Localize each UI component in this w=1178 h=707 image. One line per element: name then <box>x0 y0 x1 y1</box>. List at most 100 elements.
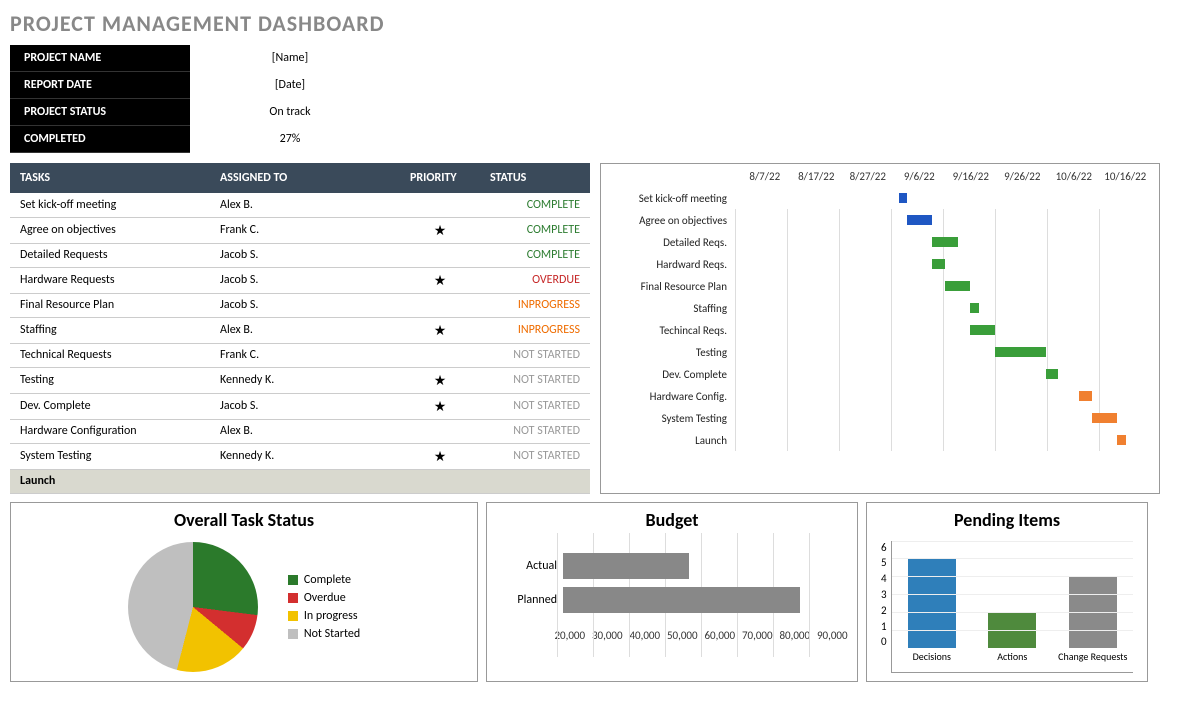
budget-tick: 70,000 <box>739 629 777 642</box>
gantt-row: Agree on objectives <box>605 209 1155 231</box>
gantt-date: 10/6/22 <box>1048 170 1100 183</box>
task-assigned: Frank C. <box>210 217 400 243</box>
task-row: StaffingAlex B.★INPROGRESS <box>10 317 590 343</box>
task-row: TestingKennedy K.★NOT STARTED <box>10 367 590 393</box>
gantt-bar-icon <box>995 347 1045 357</box>
budget-tick: 40,000 <box>626 629 664 642</box>
gantt-bar-icon <box>899 193 907 203</box>
task-status: OVERDUE <box>480 267 590 293</box>
launch-label: Launch <box>10 469 590 493</box>
budget-chart-box: Budget ActualPlanned 20,00030,00040,0005… <box>486 502 858 682</box>
pending-chart-box: Pending Items 0123456 DecisionsActionsCh… <box>866 502 1148 682</box>
task-status: NOT STARTED <box>480 343 590 367</box>
legend-swatch-icon <box>288 629 298 639</box>
gantt-row: Dev. Complete <box>605 363 1155 385</box>
task-name: System Testing <box>10 443 210 469</box>
gantt-row-label: Dev. Complete <box>605 368 735 381</box>
task-assigned: Jacob S. <box>210 267 400 293</box>
tasks-table: TASKS ASSIGNED TO PRIORITY STATUS Set ki… <box>10 163 590 494</box>
legend-label: Overdue <box>304 591 346 605</box>
gantt-row: Techincal Reqs. <box>605 319 1155 341</box>
task-row: Hardware RequestsJacob S.★OVERDUE <box>10 267 590 293</box>
task-assigned: Jacob S. <box>210 393 400 419</box>
budget-tick: 90,000 <box>814 629 852 642</box>
pending-title: Pending Items <box>873 509 1141 531</box>
gantt-row: Set kick-off meeting <box>605 187 1155 209</box>
task-priority: ★ <box>400 443 480 469</box>
budget-category: Actual <box>505 559 563 573</box>
task-priority: ★ <box>400 317 480 343</box>
task-name: Staffing <box>10 317 210 343</box>
task-row: Agree on objectivesFrank C.★COMPLETE <box>10 217 590 243</box>
gantt-chart: 8/7/228/17/228/27/229/6/229/16/229/26/22… <box>600 163 1160 494</box>
task-assigned: Alex B. <box>210 317 400 343</box>
task-priority: ★ <box>400 217 480 243</box>
gantt-bar-icon <box>1046 369 1059 379</box>
pie-chart-box: Overall Task Status CompleteOverdueIn pr… <box>10 502 478 682</box>
pending-ytick: 1 <box>881 620 887 633</box>
budget-bar-icon <box>563 587 800 613</box>
gantt-body: Set kick-off meetingAgree on objectives D… <box>605 187 1155 451</box>
legend-item: Overdue <box>288 591 360 605</box>
budget-tick: 60,000 <box>701 629 739 642</box>
legend-item: Not Started <box>288 627 360 641</box>
pending-ytick: 3 <box>881 588 887 601</box>
pie-title: Overall Task Status <box>17 509 471 531</box>
legend-swatch-icon <box>288 611 298 621</box>
task-status: COMPLETE <box>480 243 590 267</box>
task-status: NOT STARTED <box>480 419 590 443</box>
gantt-bar-icon <box>1079 391 1092 401</box>
task-assigned: Kennedy K. <box>210 367 400 393</box>
task-priority: ★ <box>400 367 480 393</box>
gantt-date: 8/17/22 <box>791 170 843 183</box>
legend-swatch-icon <box>288 575 298 585</box>
task-row: Detailed RequestsJacob S.COMPLETE <box>10 243 590 267</box>
meta-value-date: [Date] <box>190 72 390 99</box>
gantt-row-label: Detailed Reqs. <box>605 236 735 249</box>
gantt-date: 10/16/22 <box>1100 170 1152 183</box>
task-priority <box>400 193 480 217</box>
task-assigned: Alex B. <box>210 193 400 217</box>
gantt-bar-icon <box>1117 435 1125 445</box>
task-name: Testing <box>10 367 210 393</box>
task-status: NOT STARTED <box>480 393 590 419</box>
task-name: Agree on objectives <box>10 217 210 243</box>
legend-label: In progress <box>304 609 358 623</box>
pending-category: Actions <box>997 648 1027 672</box>
budget-tick: 30,000 <box>589 629 627 642</box>
gantt-bar-icon <box>932 237 957 247</box>
task-priority: ★ <box>400 267 480 293</box>
task-name: Hardware Configuration <box>10 419 210 443</box>
budget-tick: 20,000 <box>551 629 589 642</box>
task-name: Hardware Requests <box>10 267 210 293</box>
meta-label-name: PROJECT NAME <box>10 45 190 72</box>
task-status: NOT STARTED <box>480 367 590 393</box>
pending-ytick: 4 <box>881 572 887 585</box>
task-status: COMPLETE <box>480 193 590 217</box>
gantt-row: System Testing <box>605 407 1155 429</box>
th-status: STATUS <box>480 163 590 193</box>
task-row: Set kick-off meetingAlex B.COMPLETE <box>10 193 590 217</box>
gantt-row: Final Resource Plan <box>605 275 1155 297</box>
page-title: PROJECT MANAGEMENT DASHBOARD <box>10 10 1168 37</box>
gantt-bar-icon <box>907 215 932 225</box>
meta-table: PROJECT NAME[Name] REPORT DATE[Date] PRO… <box>10 45 390 153</box>
task-name: Technical Requests <box>10 343 210 367</box>
legend-item: In progress <box>288 609 360 623</box>
gantt-row: Hardward Reqs. <box>605 253 1155 275</box>
task-status: INPROGRESS <box>480 293 590 317</box>
gantt-row-label: Staffing <box>605 302 735 315</box>
pending-ytick: 6 <box>881 541 887 554</box>
gantt-bar-icon <box>945 281 970 291</box>
pie-chart-icon <box>128 542 258 672</box>
meta-label-status: PROJECT STATUS <box>10 99 190 126</box>
gantt-date: 9/6/22 <box>894 170 946 183</box>
gantt-bar-icon <box>970 325 995 335</box>
task-status: NOT STARTED <box>480 443 590 469</box>
meta-value-name: [Name] <box>190 45 390 72</box>
task-priority <box>400 293 480 317</box>
budget-tick: 80,000 <box>776 629 814 642</box>
gantt-row-label: Launch <box>605 434 735 447</box>
task-priority <box>400 419 480 443</box>
gantt-row-label: Final Resource Plan <box>605 280 735 293</box>
